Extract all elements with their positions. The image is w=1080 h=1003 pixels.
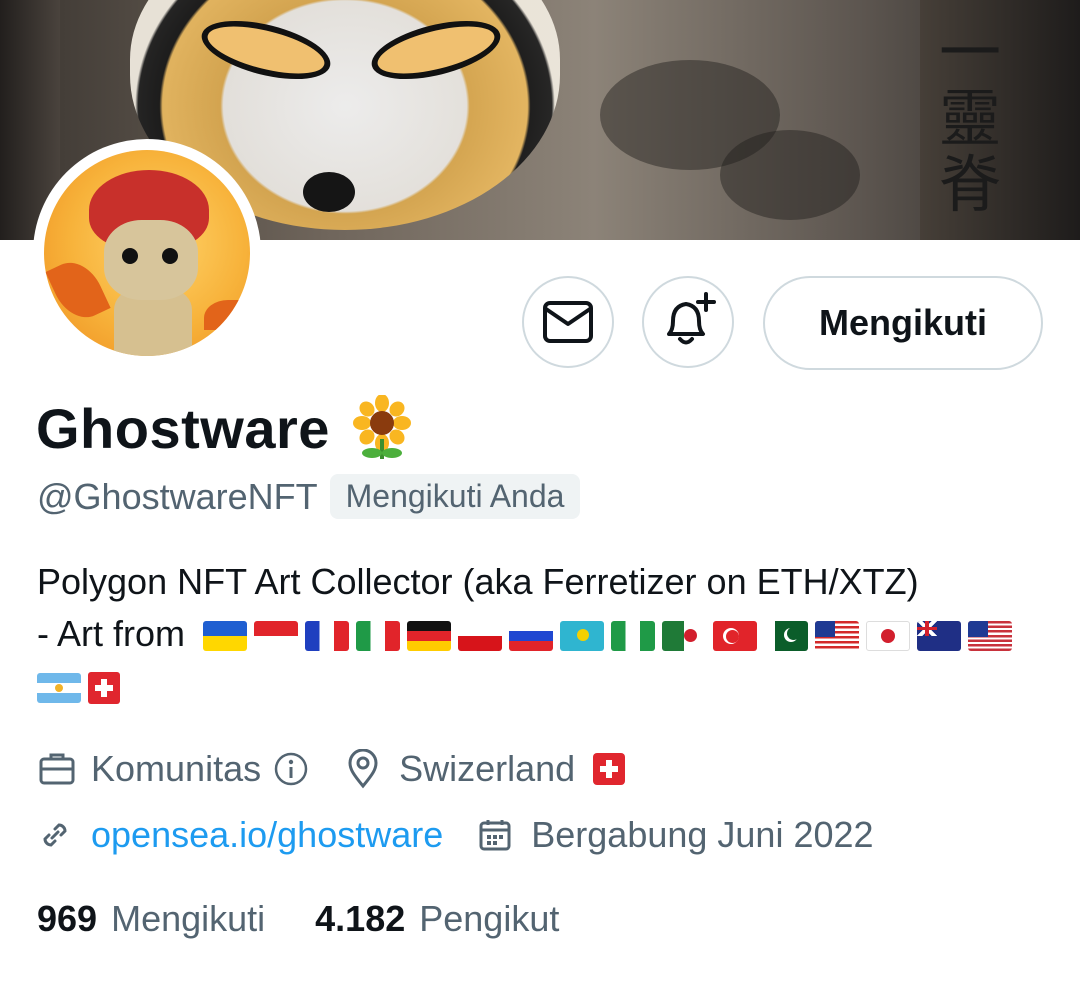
followers-stat[interactable]: 4.182 Pengikut bbox=[315, 898, 559, 940]
following-stat[interactable]: 969 Mengikuti bbox=[37, 898, 265, 940]
flag-germany-icon bbox=[407, 621, 452, 652]
bell-plus-icon bbox=[667, 292, 716, 345]
website-link[interactable]: opensea.io/ghostware bbox=[91, 814, 443, 856]
info-icon[interactable] bbox=[273, 751, 309, 787]
flag-nigeria-icon bbox=[611, 621, 656, 652]
flag-pakistan-icon bbox=[764, 621, 809, 652]
flag-algeria-icon bbox=[662, 621, 707, 652]
follow-stats: 969 Mengikuti 4.182 Pengikut bbox=[37, 898, 559, 940]
fox-mask-nose bbox=[303, 172, 355, 212]
link-icon bbox=[43, 823, 67, 847]
bio-line-1: Polygon NFT Art Collector (aka Ferretize… bbox=[37, 561, 919, 602]
flag-turkey-icon bbox=[713, 621, 758, 652]
followers-count: 4.182 bbox=[315, 898, 406, 939]
briefcase-icon bbox=[39, 753, 75, 785]
flag-russia-icon bbox=[509, 621, 554, 652]
bio-line-3 bbox=[37, 660, 1047, 712]
flag-ukraine-icon bbox=[203, 621, 248, 652]
professional-category: Komunitas bbox=[91, 748, 262, 789]
profile-meta-row-1: Komunitas Swizerland bbox=[37, 748, 626, 790]
flag-france-icon bbox=[305, 621, 350, 652]
sunflower-icon bbox=[352, 395, 411, 459]
display-name: Ghostware bbox=[36, 396, 330, 460]
notifications-button[interactable] bbox=[642, 276, 734, 368]
location-text: Swizerland bbox=[399, 748, 576, 789]
flag-japan-icon bbox=[866, 621, 911, 652]
profile-bio: Polygon NFT Art Collector (aka Ferretize… bbox=[37, 556, 1047, 712]
avatar-leaf bbox=[204, 300, 244, 330]
follows-you-badge: Mengikuti Anda bbox=[329, 474, 581, 519]
avatar-eye bbox=[122, 248, 138, 264]
avatar-eye bbox=[162, 248, 178, 264]
bio-flags-row-1 bbox=[203, 613, 1019, 654]
flag-czechia-icon bbox=[458, 621, 503, 652]
location-pin-icon bbox=[348, 749, 378, 789]
username-handle: @GhostwareNFT bbox=[37, 475, 318, 517]
profile-meta-row-2: opensea.io/ghostware Bergabung Juni 2022 bbox=[37, 814, 874, 856]
avatar-face bbox=[104, 220, 198, 300]
calendar-icon bbox=[479, 820, 511, 851]
following-button[interactable]: Mengikuti bbox=[763, 276, 1043, 370]
swiss-flag-icon bbox=[593, 753, 626, 785]
followers-label: Pengikut bbox=[419, 898, 560, 939]
flag-australia-icon bbox=[917, 621, 962, 652]
banner-wall-stain bbox=[720, 130, 860, 220]
flag-switzerland-icon bbox=[88, 672, 120, 705]
envelope-icon bbox=[543, 301, 593, 343]
following-count: 969 bbox=[37, 898, 98, 939]
flag-malaysia-icon bbox=[815, 621, 860, 652]
handle-row: @GhostwareNFT Mengikuti Anda bbox=[37, 474, 581, 519]
flag-indonesia-icon bbox=[254, 621, 299, 652]
profile-name-row: Ghostware bbox=[36, 395, 414, 461]
bio-line-2: - Art from bbox=[37, 608, 1047, 660]
avatar[interactable] bbox=[44, 150, 250, 356]
flag-united-states-icon bbox=[968, 621, 1013, 652]
bio-prefix: - Art from bbox=[37, 613, 186, 654]
join-date: Bergabung Juni 2022 bbox=[531, 814, 874, 855]
flag-kazakhstan-icon bbox=[560, 621, 605, 652]
flag-argentina-icon bbox=[37, 673, 81, 704]
flag-italy-icon bbox=[356, 621, 401, 652]
following-label: Mengikuti bbox=[111, 898, 266, 939]
message-button[interactable] bbox=[522, 276, 614, 368]
banner-kanji: 一 靈 脊 bbox=[938, 16, 1001, 221]
bio-flags-row-2 bbox=[37, 665, 127, 706]
